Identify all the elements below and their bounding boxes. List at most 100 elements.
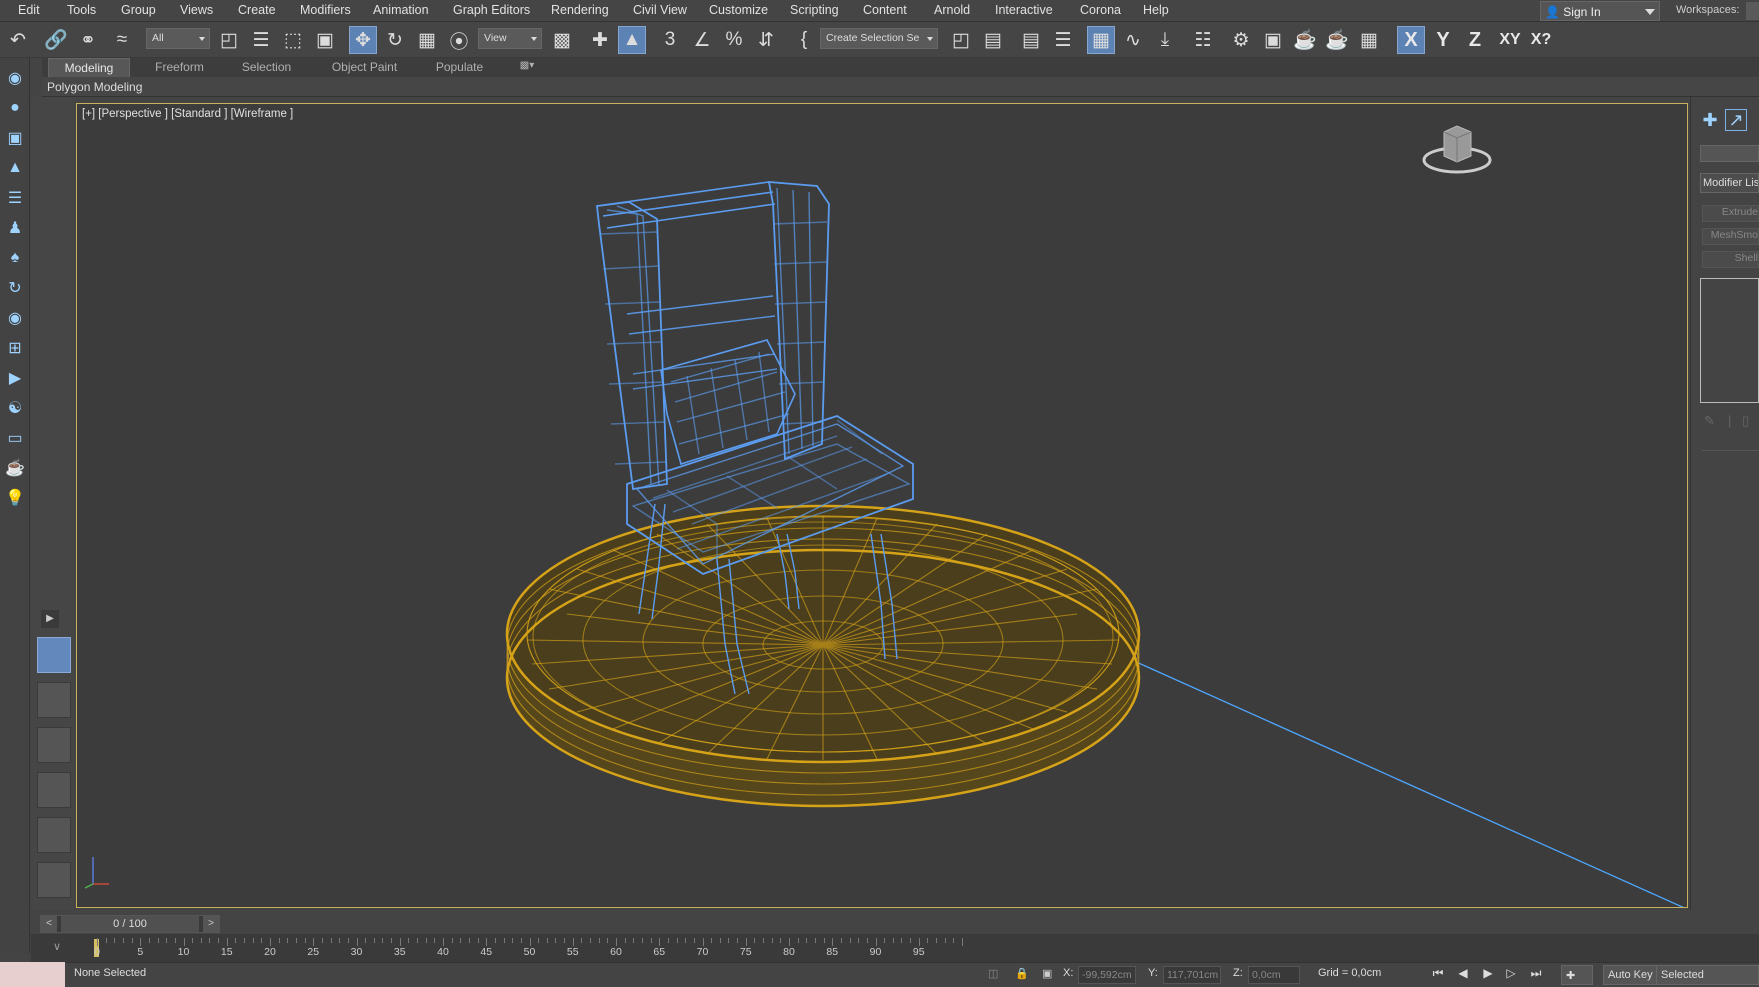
previous-frame-icon[interactable]: < (41, 916, 57, 932)
workspaces-dropdown[interactable] (1746, 2, 1759, 20)
bind-space-warp-icon[interactable]: ≈ (108, 26, 136, 54)
go-to-end-icon[interactable]: ⏭ (1527, 966, 1545, 984)
isolate-icon[interactable]: ◫ (988, 967, 998, 980)
angle-snap-icon[interactable]: ∠ (688, 26, 716, 54)
next-frame-icon[interactable]: > (203, 916, 219, 932)
layout-option-c-button[interactable] (37, 862, 71, 898)
menu-animation[interactable]: Animation (373, 3, 429, 17)
auto-key-button[interactable]: Auto Key (1603, 965, 1658, 985)
curve-editor-mini-icon[interactable]: ∨ (53, 940, 61, 953)
plus-box-icon[interactable]: ⊞ (3, 336, 27, 360)
schematic-view-icon[interactable]: ⤓ (1151, 26, 1179, 54)
select-object-icon[interactable]: ◰ (215, 26, 243, 54)
render-iterative-icon[interactable]: ☕ (1323, 26, 1351, 54)
lock-icon[interactable]: 🔒 (1015, 967, 1029, 980)
modifier-list-dropdown[interactable]: Modifier List (1700, 173, 1759, 193)
y-coord-field[interactable]: 117,701cm (1163, 966, 1221, 984)
modify-tab-icon[interactable]: ↗ (1725, 109, 1747, 131)
menu-create[interactable]: Create (238, 3, 276, 17)
snaps-toggle-icon[interactable]: 3 (656, 26, 684, 54)
figure-icon[interactable]: ♟ (3, 216, 27, 240)
selection-filter-dropdown[interactable]: All (146, 28, 210, 49)
select-and-rotate-icon[interactable]: ↻ (381, 26, 409, 54)
percent-snap-icon[interactable]: % (720, 26, 748, 54)
object-icon[interactable]: ▣ (3, 126, 27, 150)
layout-option-a-button[interactable] (37, 772, 71, 808)
frame-counter[interactable]: 0 / 100 (61, 916, 199, 932)
maxscript-listener[interactable] (0, 962, 65, 987)
undo-icon[interactable]: ↶ (4, 26, 32, 54)
edit-named-selection-icon[interactable]: { (790, 26, 818, 54)
curve-editor-icon[interactable]: ∿ (1119, 26, 1147, 54)
play-icon[interactable]: ▶ (1479, 966, 1497, 984)
tab-object-paint[interactable]: Object Paint (322, 58, 407, 77)
rectangle-icon[interactable]: ▭ (3, 426, 27, 450)
menu-rendering[interactable]: Rendering (551, 3, 609, 17)
mirror-icon[interactable]: ◰ (947, 26, 975, 54)
menu-group[interactable]: Group (121, 3, 156, 17)
polygon-modeling-label[interactable]: Polygon Modeling (47, 80, 142, 94)
menu-civil-view[interactable]: Civil View (633, 3, 687, 17)
material-editor-icon[interactable]: ☷ (1189, 26, 1217, 54)
menu-graph-editors[interactable]: Graph Editors (453, 3, 530, 17)
spinner-snap-icon[interactable]: ⇵ (752, 26, 780, 54)
absolute-mode-icon[interactable]: ▣ (1042, 967, 1052, 980)
menu-views[interactable]: Views (180, 3, 213, 17)
rectangular-selection-icon[interactable]: ⬚ (279, 26, 307, 54)
menu-content[interactable]: Content (863, 3, 907, 17)
tab-freeform[interactable]: Freeform (142, 58, 217, 77)
menu-edit[interactable]: Edit (18, 3, 40, 17)
pivot-center-icon[interactable]: ▩ (548, 26, 576, 54)
list-icon[interactable]: ☰ (3, 186, 27, 210)
render-grid-icon[interactable]: ▦ (1355, 26, 1383, 54)
track-bar[interactable]: ∨ 0 5 10 15 20 25 30 35 40 45 50 55 60 65 70 75 80 85 90 95 (31, 934, 1759, 962)
toggle-ribbon-icon[interactable]: ▦ (1087, 26, 1115, 54)
layer-explorer-icon[interactable]: ☰ (1049, 26, 1077, 54)
link-icon[interactable]: 🔗 (42, 26, 70, 54)
menu-customize[interactable]: Customize (709, 3, 768, 17)
people-icon[interactable]: ☯ (3, 396, 27, 420)
select-manipulate-icon[interactable]: ✚ (586, 26, 614, 54)
rotate-icon[interactable]: ↻ (3, 276, 27, 300)
render-setup-icon[interactable]: ⚙ (1227, 26, 1255, 54)
render-production-icon[interactable]: ☕ (1291, 26, 1319, 54)
modifier-shell-button[interactable]: Shell (1702, 251, 1759, 268)
x-coord-field[interactable]: -99,592cm (1078, 966, 1136, 984)
expand-layout-arrow-icon[interactable]: ▶ (41, 610, 59, 628)
globe-icon[interactable]: ◉ (3, 306, 27, 330)
menu-interactive[interactable]: Interactive (995, 3, 1053, 17)
menu-help[interactable]: Help (1143, 3, 1169, 17)
sign-in-dropdown[interactable]: 👤 Sign In (1540, 1, 1660, 21)
time-slider[interactable]: < 0 / 100 > (40, 915, 220, 933)
axis-constraint-y-button[interactable]: Y (1429, 26, 1457, 54)
bipod-icon[interactable]: ♠ (3, 246, 27, 270)
modifier-stack[interactable] (1700, 278, 1759, 403)
bulb-icon[interactable]: 💡 (3, 486, 27, 510)
axis-constraint-x-button[interactable]: X (1397, 26, 1425, 54)
reference-coordinate-dropdown[interactable]: View (478, 28, 542, 49)
tab-selection[interactable]: Selection (229, 58, 304, 77)
axis-constraint-xz-button[interactable]: X? (1527, 26, 1555, 54)
modifier-meshsmooth-button[interactable]: MeshSmo (1702, 228, 1759, 245)
tab-populate[interactable]: Populate (422, 58, 497, 77)
tab-modeling[interactable]: Modeling (48, 58, 130, 77)
scene-explorer-icon[interactable]: ▤ (1017, 26, 1045, 54)
set-key-icon[interactable]: ✚ (1561, 965, 1593, 985)
sphere-icon[interactable]: ● (3, 96, 27, 120)
axis-constraint-z-button[interactable]: Z (1461, 26, 1489, 54)
tree-icon[interactable]: ▲ (3, 156, 27, 180)
previous-key-icon[interactable]: ◀ (1454, 966, 1472, 984)
layout-option-b-button[interactable] (37, 817, 71, 853)
viewcube[interactable] (1422, 122, 1492, 177)
next-key-icon[interactable]: ▷ (1502, 966, 1520, 984)
pin-stack-icon[interactable]: ✎ (1704, 413, 1715, 429)
select-and-scale-icon[interactable]: ▦ (413, 26, 441, 54)
play-box-icon[interactable]: ▶ (3, 366, 27, 390)
named-selection-dropdown[interactable]: Create Selection Se (820, 28, 938, 49)
layout-four-button[interactable] (37, 727, 71, 763)
keyboard-shortcut-override-icon[interactable]: ▲ (618, 26, 646, 54)
modifier-extrude-button[interactable]: Extrude (1702, 205, 1759, 222)
menu-corona[interactable]: Corona (1080, 3, 1121, 17)
teapot-icon[interactable]: ☕ (3, 456, 27, 480)
layout-two-vertical-button[interactable] (37, 682, 71, 718)
